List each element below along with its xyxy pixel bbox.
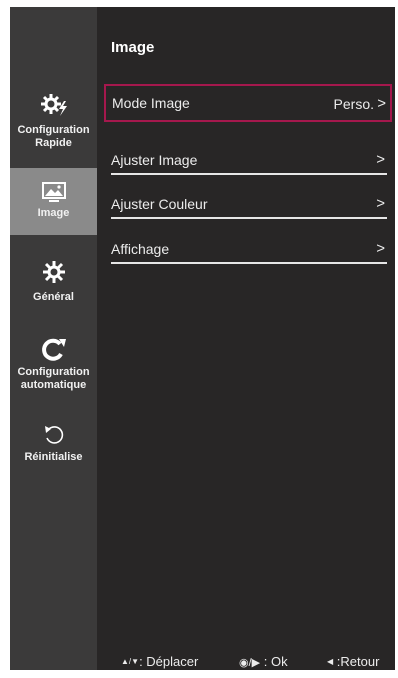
osd-menu: Configuration Rapide Image Général Confi…: [10, 7, 395, 670]
sidebar-item-general[interactable]: Général: [10, 259, 97, 314]
move-hint-label: : Déplacer: [139, 654, 199, 669]
row-divider: [111, 262, 387, 264]
sidebar-item-image[interactable]: Image: [10, 168, 97, 235]
sidebar: Configuration Rapide Image Général Confi…: [10, 7, 97, 670]
menu-row-ajuster-image[interactable]: Ajuster Image >: [111, 145, 387, 175]
chevron-right-icon: >: [376, 240, 385, 257]
ok-hint: ◉/▶ : Ok: [239, 654, 288, 669]
sidebar-item-reinitialise[interactable]: Réinitialise: [10, 423, 97, 473]
move-hint: ▲/▼: Déplacer: [121, 654, 198, 669]
ok-hint-label: : Ok: [263, 654, 288, 669]
menu-row-mode-image[interactable]: Mode Image Perso. >: [104, 84, 392, 122]
sidebar-item-label: Configuration automatique: [17, 366, 90, 391]
sidebar-item-label: Général: [33, 291, 74, 303]
menu-row-label: Ajuster Couleur: [111, 196, 208, 212]
menu-row-label: Affichage: [111, 241, 170, 257]
chevron-right-icon: >: [377, 95, 386, 112]
sidebar-item-label: Image: [37, 207, 70, 219]
row-divider: [111, 173, 387, 175]
sidebar-item-label: Réinitialise: [24, 451, 83, 463]
chevron-right-icon: >: [376, 151, 385, 168]
left-arrow-icon: ◀: [327, 657, 334, 666]
auto-config-icon: [41, 338, 66, 361]
joystick-press-icon: ◉/▶: [239, 657, 261, 669]
menu-row-value: Perso.: [333, 96, 374, 112]
back-hint: ◀ :Retour: [327, 654, 379, 669]
menu-title: Image: [111, 39, 155, 56]
sidebar-item-configuration-rapide[interactable]: Configuration Rapide: [10, 92, 97, 162]
up-down-arrow-icon: ▲/▼: [121, 657, 140, 666]
menu-row-affichage[interactable]: Affichage >: [111, 234, 387, 264]
reset-icon: [44, 426, 63, 444]
menu-row-label: Ajuster Image: [111, 152, 198, 168]
main-panel: Image Mode Image Perso. > Ajuster Image …: [97, 7, 395, 670]
sidebar-item-label: Configuration Rapide: [17, 124, 90, 149]
menu-row-ajuster-couleur[interactable]: Ajuster Couleur >: [111, 189, 387, 219]
sidebar-item-configuration-automatique[interactable]: Configuration automatique: [10, 337, 97, 399]
gear-bolt-icon: [40, 94, 67, 116]
chevron-right-icon: >: [376, 195, 385, 212]
picture-icon: [41, 182, 66, 202]
gear-icon: [42, 261, 65, 283]
row-divider: [111, 217, 387, 219]
menu-row-label: Mode Image: [112, 95, 190, 111]
back-hint-label: :Retour: [336, 654, 380, 669]
